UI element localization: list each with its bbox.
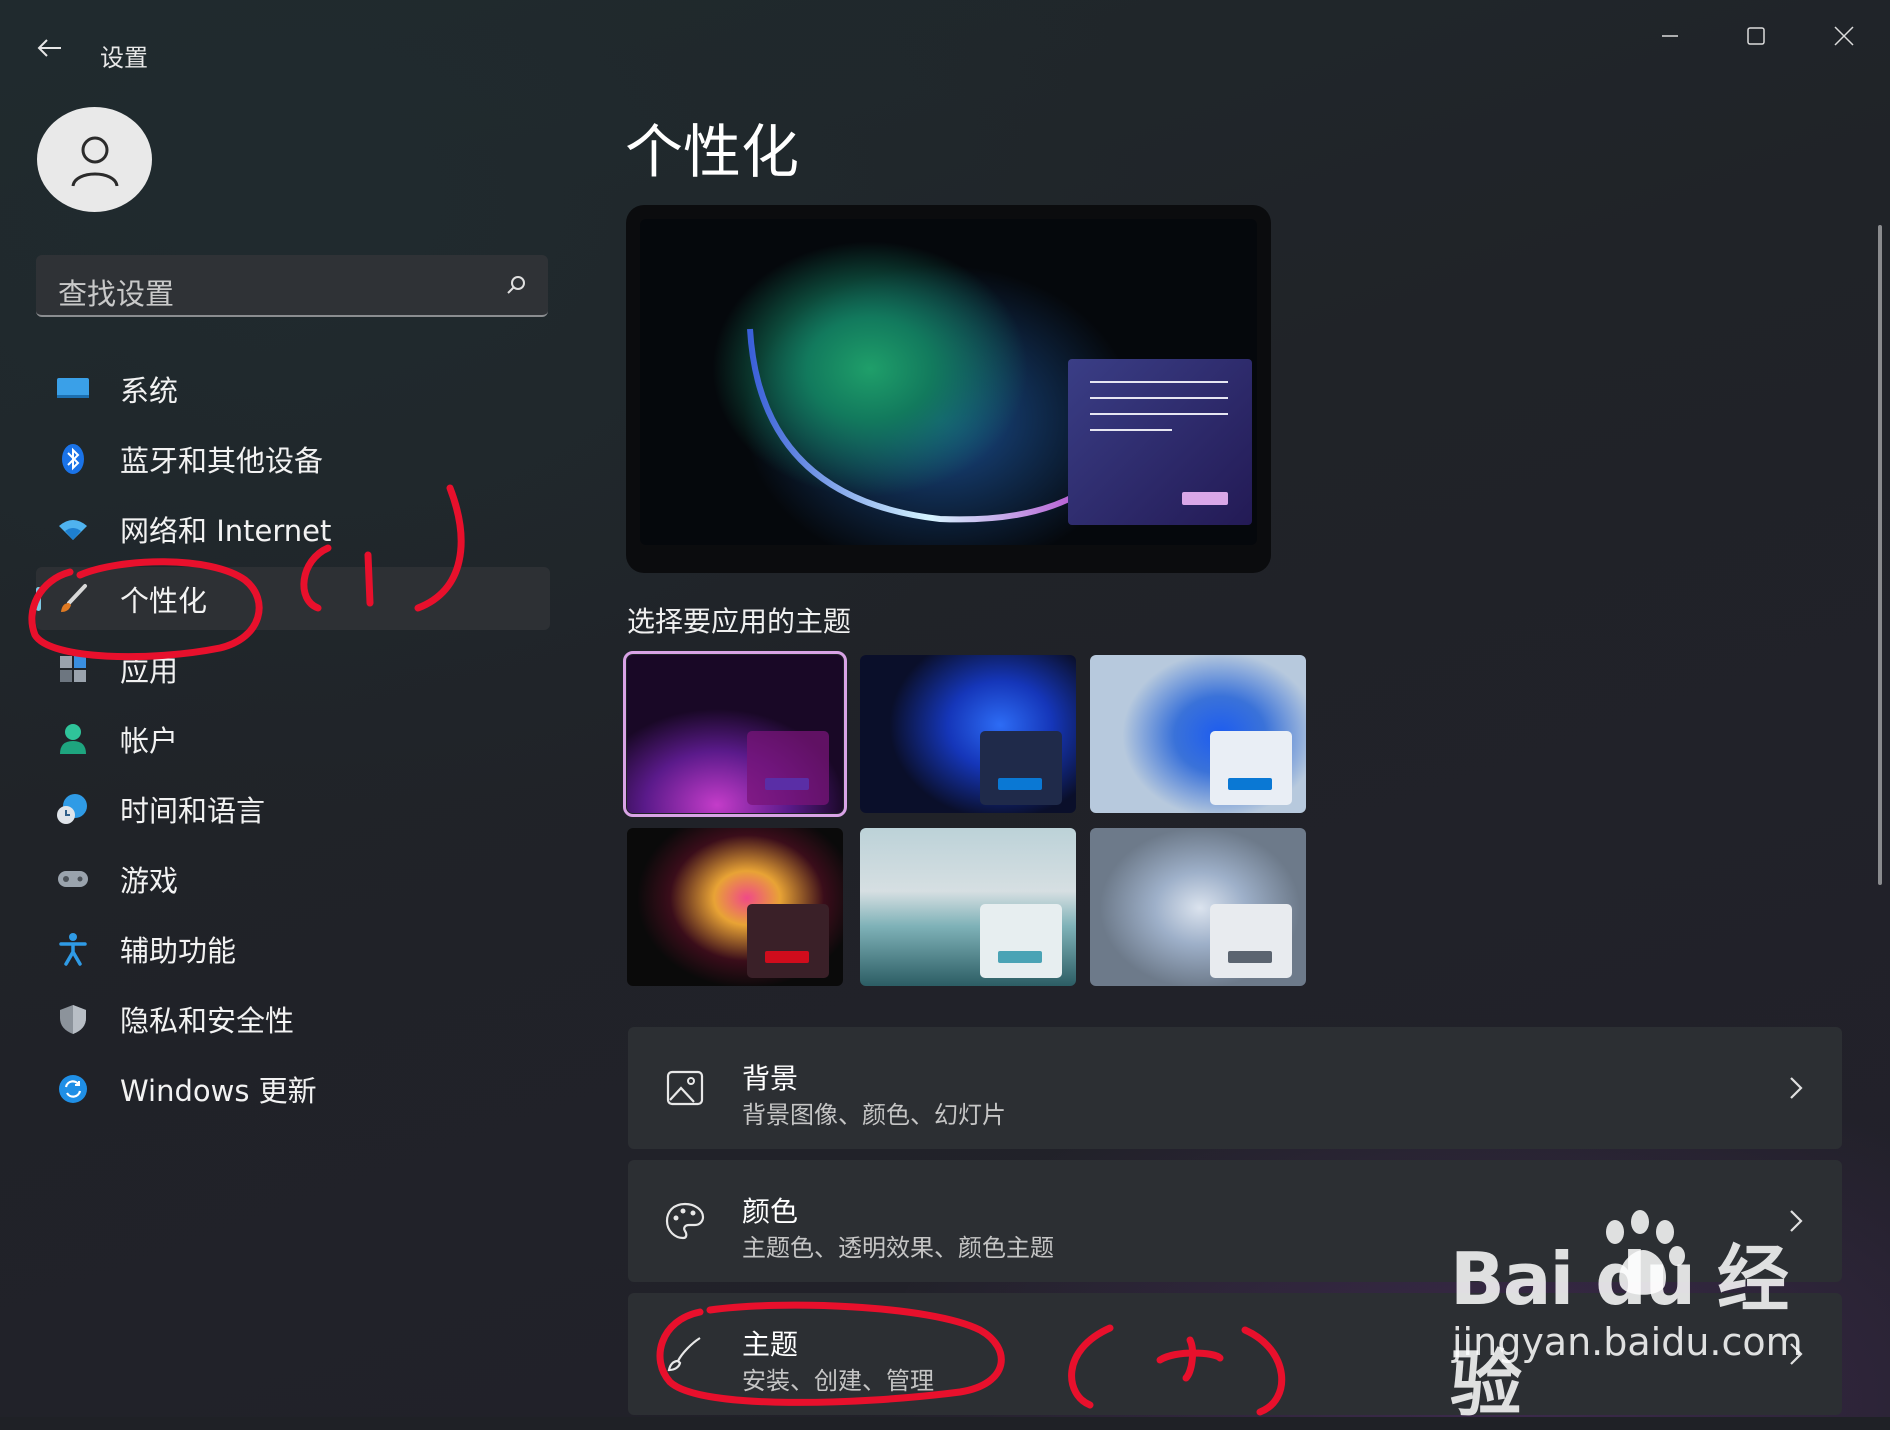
theme-tile-1[interactable] [623, 651, 847, 817]
sidebar-item-label: Windows 更新 [120, 1073, 317, 1108]
sidebar-item-bluetooth[interactable]: 蓝牙和其他设备 [36, 427, 550, 490]
wifi-icon [56, 512, 90, 546]
palette-icon [664, 1200, 706, 1242]
sidebar-item-label: 隐私和安全性 [120, 1003, 295, 1038]
app-title: 设置 [100, 44, 148, 72]
chevron-right-icon [1790, 1210, 1803, 1232]
theme-tile-5[interactable] [860, 828, 1076, 986]
search-input[interactable]: 查找设置 [36, 255, 548, 317]
paintbrush-icon [56, 582, 90, 616]
vertical-scrollbar[interactable] [1878, 225, 1882, 885]
sidebar-item-label: 系统 [120, 373, 179, 408]
close-button[interactable] [1804, 14, 1884, 58]
sidebar-item-label: 个性化 [120, 583, 208, 618]
sidebar-item-network[interactable]: 网络和 Internet [36, 497, 550, 560]
sidebar-item-privacy[interactable]: 隐私和安全性 [36, 987, 550, 1050]
sidebar-item-label: 蓝牙和其他设备 [120, 443, 324, 478]
card-background[interactable]: 背景 背景图像、颜色、幻灯片 [628, 1027, 1842, 1149]
sidebar-nav: 系统 蓝牙和其他设备 网络和 Internet 个性化 应用 帐户 时间和语言 … [36, 357, 550, 1127]
avatar[interactable] [37, 107, 152, 212]
preview-wallpaper [640, 219, 1257, 545]
bluetooth-icon [56, 442, 90, 476]
chevron-right-icon [1790, 1077, 1803, 1099]
themes-section-label: 选择要应用的主题 [627, 605, 852, 638]
card-subtitle: 安装、创建、管理 [742, 1367, 934, 1395]
card-title: 颜色 [742, 1195, 799, 1228]
sidebar-item-label: 游戏 [120, 863, 179, 898]
person-icon [56, 722, 90, 756]
sidebar-item-accessibility[interactable]: 辅助功能 [36, 917, 550, 980]
minimize-button[interactable] [1630, 14, 1710, 58]
search-icon[interactable] [504, 273, 528, 297]
theme-tile-4[interactable] [627, 828, 843, 986]
maximize-button[interactable] [1716, 14, 1796, 58]
chevron-right-icon [1790, 1343, 1803, 1365]
sidebar-item-label: 网络和 Internet [120, 513, 332, 548]
card-themes[interactable]: 主题 安装、创建、管理 [628, 1293, 1842, 1415]
sidebar-item-apps[interactable]: 应用 [36, 637, 550, 700]
user-icon [71, 136, 118, 187]
sidebar-item-windows-update[interactable]: Windows 更新 [36, 1057, 550, 1120]
gamepad-icon [56, 862, 90, 896]
theme-tile-3[interactable] [1090, 655, 1306, 813]
sidebar-item-label: 帐户 [120, 723, 179, 758]
sidebar-item-label: 应用 [120, 653, 179, 688]
sidebar-item-gaming[interactable]: 游戏 [36, 847, 550, 910]
apps-icon [56, 652, 90, 686]
sidebar-item-system[interactable]: 系统 [36, 357, 550, 420]
image-icon [664, 1067, 706, 1109]
card-subtitle: 主题色、透明效果、颜色主题 [742, 1234, 1054, 1262]
update-icon [56, 1072, 90, 1106]
shield-icon [56, 1002, 90, 1036]
close-icon [1834, 26, 1854, 46]
card-title: 主题 [742, 1328, 799, 1361]
arrow-left-icon [37, 39, 61, 57]
card-subtitle: 背景图像、颜色、幻灯片 [742, 1101, 1006, 1129]
page-title: 个性化 [625, 118, 800, 186]
brush-icon [664, 1333, 706, 1375]
settings-window: 设置 查找设置 系统 蓝牙和其他设备 网络和 Internet 个性化 应用 帐… [0, 0, 1890, 1426]
minimize-icon [1662, 35, 1678, 37]
card-colors[interactable]: 颜色 主题色、透明效果、颜色主题 [628, 1160, 1842, 1282]
search-placeholder: 查找设置 [58, 277, 175, 311]
theme-tile-2[interactable] [860, 655, 1076, 813]
sidebar-item-time-language[interactable]: 时间和语言 [36, 777, 550, 840]
accessibility-icon [56, 932, 90, 966]
card-title: 背景 [742, 1062, 799, 1095]
maximize-icon [1747, 27, 1765, 45]
globe-clock-icon [56, 792, 90, 826]
sidebar-item-label: 时间和语言 [120, 793, 266, 828]
sidebar-item-personalization[interactable]: 个性化 [36, 567, 550, 630]
monitor-icon [56, 372, 90, 406]
sidebar-item-accounts[interactable]: 帐户 [36, 707, 550, 770]
sidebar-item-label: 辅助功能 [120, 933, 237, 968]
theme-tile-6[interactable] [1090, 828, 1306, 986]
preview-sample-window [1068, 359, 1252, 525]
back-button[interactable] [30, 28, 70, 68]
theme-gallery [623, 651, 1307, 991]
theme-preview [626, 205, 1271, 573]
